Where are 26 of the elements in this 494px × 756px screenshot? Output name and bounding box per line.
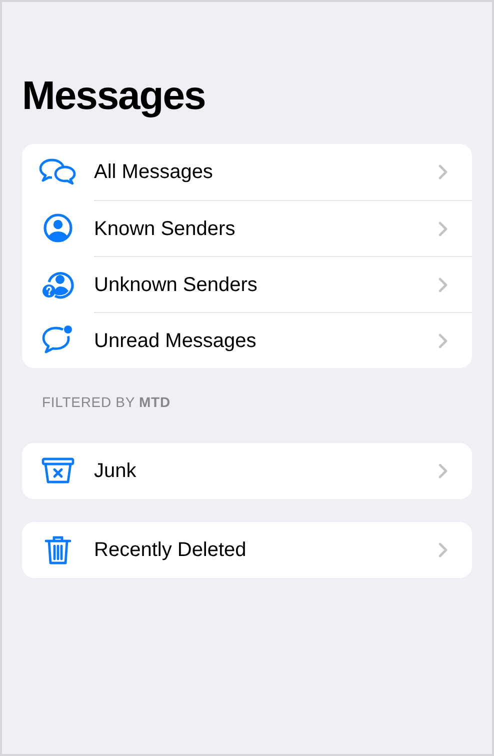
row-label: Known Senders	[94, 216, 236, 242]
person-question-icon	[42, 269, 74, 299]
row-label: All Messages	[94, 160, 214, 185]
speech-bubbles-icon	[38, 157, 78, 187]
chevron-icon	[438, 276, 448, 292]
row-label: Unknown Senders	[94, 272, 258, 298]
chevron-icon	[438, 164, 448, 180]
speech-bubble-dot-icon	[41, 324, 75, 356]
list-row[interactable]: Recently Deleted	[22, 522, 472, 578]
list-row[interactable]: All Messages	[22, 144, 472, 200]
chevron-icon	[438, 463, 448, 479]
person-circle-icon	[43, 213, 73, 243]
list-row[interactable]: Unread Messages	[22, 312, 472, 368]
list-row[interactable]: Unknown Senders	[22, 256, 472, 312]
row-label: Junk	[94, 459, 138, 484]
chevron-icon	[438, 220, 448, 236]
list-row[interactable]: Junk	[22, 443, 472, 499]
row-label: Unread Messages	[94, 328, 258, 354]
row-label: Recently Deleted	[94, 538, 248, 563]
section-header: FILTERED BY MTD	[41, 393, 172, 412]
chevron-icon	[438, 332, 448, 348]
chevron-icon	[438, 542, 448, 558]
bin-x-icon	[41, 457, 75, 485]
page-title: Messages	[22, 73, 206, 120]
list-row[interactable]: Known Senders	[22, 200, 472, 256]
trash-icon	[44, 534, 72, 566]
